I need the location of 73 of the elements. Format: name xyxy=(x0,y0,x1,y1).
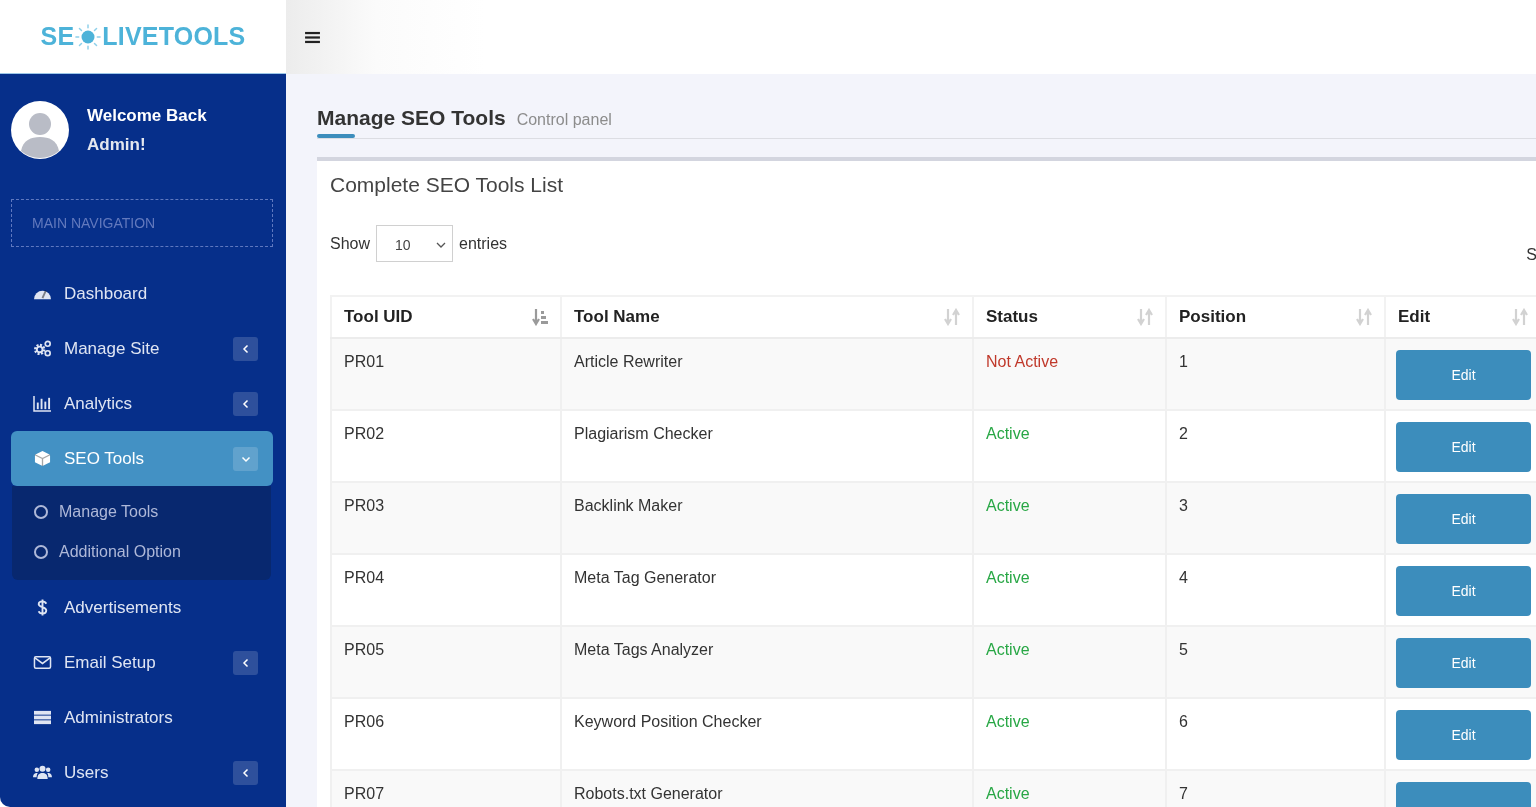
nav-item[interactable]: Advertisements xyxy=(11,580,273,635)
menu-icon[interactable] xyxy=(305,30,320,44)
status-text: Active xyxy=(972,483,1165,553)
nav-item[interactable]: Email Setup xyxy=(11,635,273,690)
submenu-item[interactable]: Manage Tools xyxy=(12,492,271,532)
nav-item[interactable]: Administrators xyxy=(11,690,273,745)
chevron-down-icon xyxy=(436,241,447,248)
nav-item[interactable]: Users xyxy=(11,745,273,800)
table-cell: 3 xyxy=(1165,483,1384,553)
sun-icon xyxy=(75,23,102,50)
table-cell: PR06 xyxy=(330,699,560,769)
status-text: Not Active xyxy=(972,339,1165,409)
users-icon xyxy=(33,764,52,781)
bar-chart-icon xyxy=(33,395,52,412)
envelope-icon xyxy=(33,654,52,671)
column-header[interactable]: Position xyxy=(1165,297,1384,337)
table-cell: PR07 xyxy=(330,771,560,807)
table-cell: Backlink Maker xyxy=(560,483,972,553)
nav-section-header: MAIN NAVIGATION xyxy=(11,199,273,247)
gears-icon xyxy=(33,340,52,357)
user-avatar xyxy=(11,101,69,159)
search-label: S xyxy=(1526,246,1536,264)
table-cell: 6 xyxy=(1165,699,1384,769)
table-cell: 1 xyxy=(1165,339,1384,409)
column-header[interactable]: Edit xyxy=(1384,297,1536,337)
table-cell: PR03 xyxy=(330,483,560,553)
table-cell: 5 xyxy=(1165,627,1384,697)
status-text: Active xyxy=(972,555,1165,625)
table-cell: 7 xyxy=(1165,771,1384,807)
table-cell: Article Rewriter xyxy=(560,339,972,409)
column-header[interactable]: Status xyxy=(972,297,1165,337)
table-cell: PR04 xyxy=(330,555,560,625)
edit-button[interactable]: Edit xyxy=(1396,566,1531,616)
table-cell: Keyword Position Checker xyxy=(560,699,972,769)
edit-button[interactable]: Edit xyxy=(1396,494,1531,544)
server-icon xyxy=(33,709,52,726)
status-text: Active xyxy=(972,771,1165,807)
logo-text: SE xyxy=(40,22,75,51)
entries-select[interactable]: 10 xyxy=(376,225,454,262)
title-underline xyxy=(317,134,355,138)
page-subtitle: Control panel xyxy=(516,111,612,129)
page-title: Manage SEO Tools xyxy=(317,105,506,131)
edit-button[interactable]: Edit xyxy=(1396,638,1531,688)
welcome-text: Welcome Back xyxy=(87,105,207,127)
table-cell: Meta Tags Analyzer xyxy=(560,627,972,697)
table-cell: PR02 xyxy=(330,411,560,481)
table-cell: Robots.txt Generator xyxy=(560,771,972,807)
status-text: Active xyxy=(972,411,1165,481)
edit-button[interactable]: Edit xyxy=(1396,350,1531,400)
cube-icon xyxy=(33,450,52,467)
table-cell: Meta Tag Generator xyxy=(560,555,972,625)
nav-item[interactable]: Manage Site xyxy=(11,321,273,376)
user-name: Admin! xyxy=(87,134,147,156)
nav-item[interactable]: Analytics xyxy=(11,376,273,431)
ring-icon xyxy=(34,505,48,519)
status-text: Active xyxy=(972,699,1165,769)
column-header[interactable]: Tool UID xyxy=(330,297,560,337)
table-cell: Plagiarism Checker xyxy=(560,411,972,481)
show-label: Show xyxy=(330,234,371,253)
edit-button[interactable]: Edit xyxy=(1396,422,1531,472)
ring-icon xyxy=(34,545,48,559)
table-cell: PR01 xyxy=(330,339,560,409)
card-title: Complete SEO Tools List xyxy=(330,172,565,198)
status-text: Active xyxy=(972,627,1165,697)
table-cell: 4 xyxy=(1165,555,1384,625)
logo-text: LIVETOOLS xyxy=(102,22,246,51)
nav-item[interactable]: Dashboard xyxy=(11,266,273,321)
table-cell: 2 xyxy=(1165,411,1384,481)
edit-button[interactable]: Edit xyxy=(1396,710,1531,760)
submenu-item[interactable]: Additional Option xyxy=(12,532,271,572)
column-header[interactable]: Tool Name xyxy=(560,297,972,337)
table-cell: PR05 xyxy=(330,627,560,697)
entries-label: entries xyxy=(459,234,508,253)
